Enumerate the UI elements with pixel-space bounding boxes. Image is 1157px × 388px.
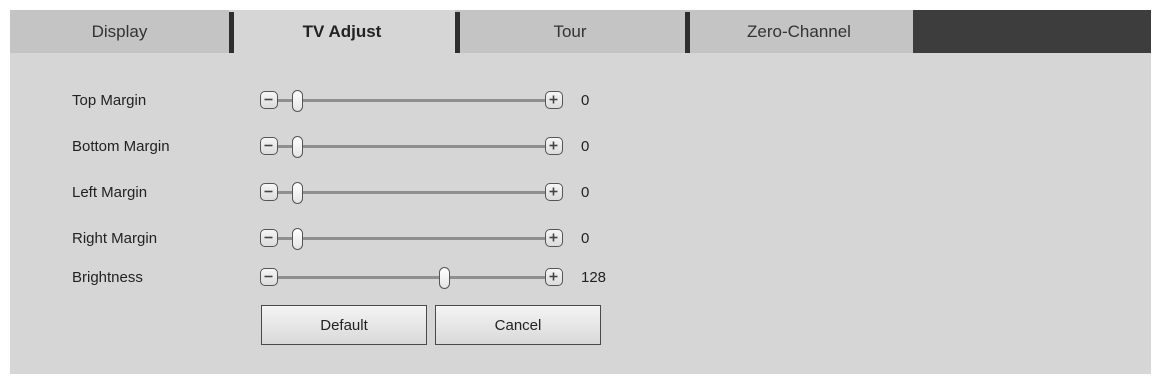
increase-button[interactable] <box>545 229 563 247</box>
slider-thumb[interactable] <box>292 228 303 250</box>
slider-track[interactable] <box>278 276 545 279</box>
slider-thumb[interactable] <box>439 267 450 289</box>
decrease-button[interactable] <box>260 268 278 286</box>
setting-label: Top Margin <box>72 92 147 109</box>
cancel-button-label: Cancel <box>494 316 542 334</box>
slider-track[interactable] <box>278 99 545 102</box>
setting-label: Right Margin <box>72 230 158 247</box>
tab-separator <box>685 12 690 53</box>
tab-bar-filler <box>913 10 1151 53</box>
setting-value: 0 <box>581 92 590 109</box>
setting-value: 128 <box>581 269 607 286</box>
setting-label: Left Margin <box>72 184 148 201</box>
setting-value: 0 <box>581 138 590 155</box>
slider-track[interactable] <box>278 237 545 240</box>
slider-track[interactable] <box>278 191 545 194</box>
slider-thumb[interactable] <box>292 182 303 204</box>
tab-label: TV Adjust <box>302 21 382 41</box>
tab-tv-adjust[interactable]: TV Adjust <box>229 10 455 53</box>
tab-zero-channel[interactable]: Zero-Channel <box>685 10 913 53</box>
increase-button[interactable] <box>545 137 563 155</box>
decrease-button[interactable] <box>260 229 278 247</box>
tab-display[interactable]: Display <box>10 10 229 53</box>
setting-row-bottom-margin: Bottom Margin 0 <box>10 135 710 159</box>
tab-label: Tour <box>553 21 587 41</box>
tab-label: Display <box>91 21 148 41</box>
slider-track[interactable] <box>278 145 545 148</box>
setting-row-top-margin: Top Margin 0 <box>10 89 710 113</box>
tv-adjust-panel: Display TV Adjust Tour Zero-Channel Top … <box>10 10 1151 374</box>
tab-tour[interactable]: Tour <box>455 10 685 53</box>
tab-separator <box>455 12 460 53</box>
setting-row-right-margin: Right Margin 0 <box>10 227 710 251</box>
default-button-label: Default <box>320 316 368 334</box>
setting-row-brightness: Brightness 128 <box>10 266 710 290</box>
slider-thumb[interactable] <box>292 136 303 158</box>
setting-value: 0 <box>581 184 590 201</box>
tab-separator <box>229 12 234 53</box>
decrease-button[interactable] <box>260 183 278 201</box>
setting-label: Brightness <box>72 269 143 286</box>
increase-button[interactable] <box>545 91 563 109</box>
cancel-button[interactable]: Cancel <box>435 305 601 345</box>
setting-value: 0 <box>581 230 590 247</box>
tab-bar: Display TV Adjust Tour Zero-Channel <box>10 10 1151 53</box>
default-button[interactable]: Default <box>261 305 427 345</box>
increase-button[interactable] <box>545 268 563 286</box>
slider-thumb[interactable] <box>292 90 303 112</box>
decrease-button[interactable] <box>260 137 278 155</box>
decrease-button[interactable] <box>260 91 278 109</box>
setting-label: Bottom Margin <box>72 138 170 155</box>
increase-button[interactable] <box>545 183 563 201</box>
tab-label: Zero-Channel <box>747 21 851 41</box>
setting-row-left-margin: Left Margin 0 <box>10 181 710 205</box>
